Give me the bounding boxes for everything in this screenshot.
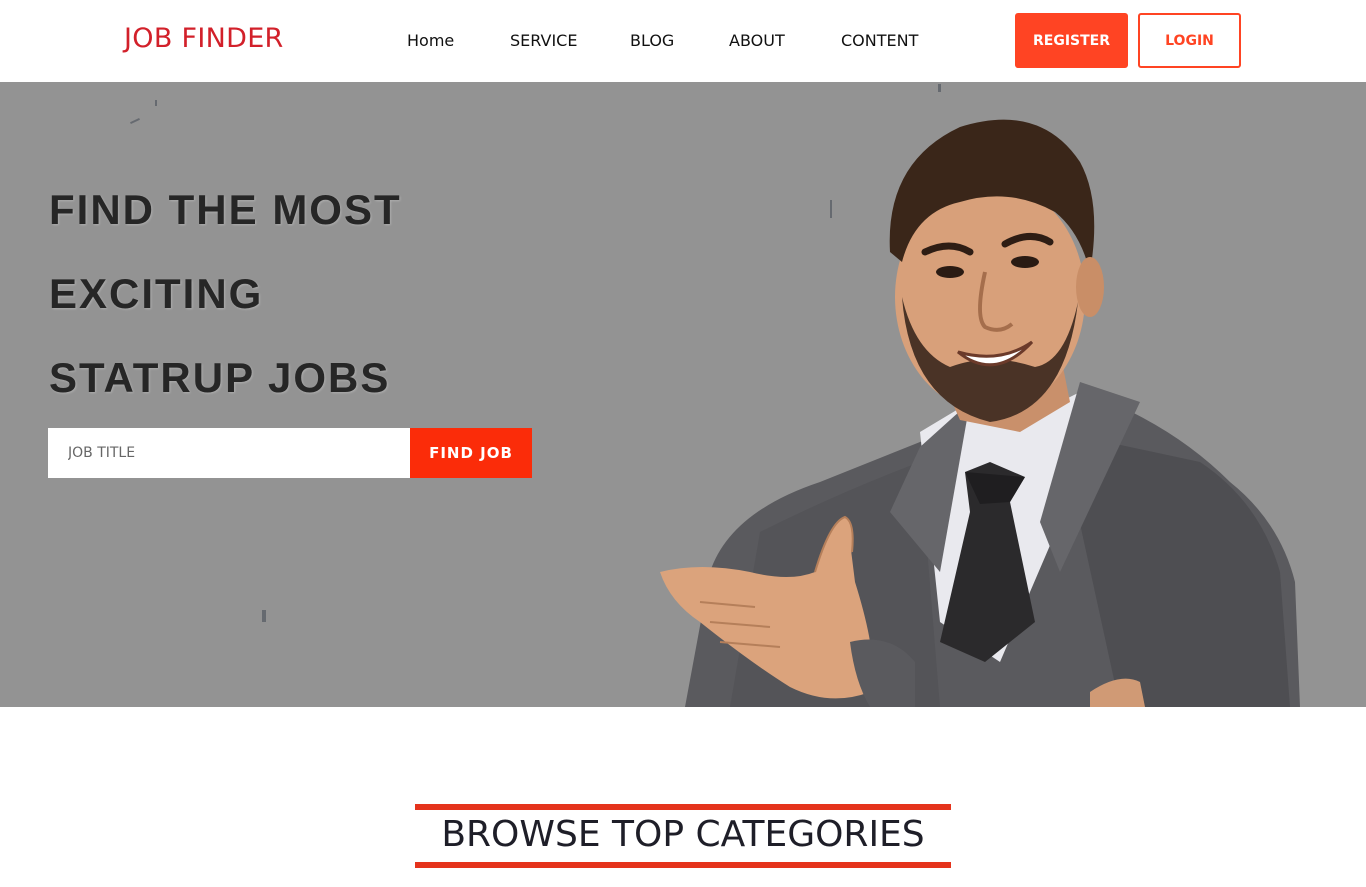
find-job-button[interactable]: FIND JOB xyxy=(410,428,532,478)
register-button[interactable]: REGISTER xyxy=(1015,13,1128,68)
hero-headline-line-2: EXCITING xyxy=(49,270,264,317)
nav-content[interactable]: CONTENT xyxy=(841,31,918,50)
hero-headline-line-3: STATRUP JOBS xyxy=(49,354,391,401)
job-title-input[interactable] xyxy=(48,428,410,478)
nav-service[interactable]: SERVICE xyxy=(510,31,577,50)
nav-blog[interactable]: BLOG xyxy=(630,31,674,50)
businessman-image xyxy=(660,119,1300,707)
login-button[interactable]: LOGIN xyxy=(1138,13,1241,68)
categories-top-rule xyxy=(415,804,951,810)
categories-bottom-rule xyxy=(415,862,951,868)
nav-about[interactable]: ABOUT xyxy=(729,31,785,50)
site-header: JOB FINDER Home SERVICE BLOG ABOUT CONTE… xyxy=(0,0,1366,82)
logo[interactable]: JOB FINDER xyxy=(124,23,284,54)
backdrop-speck xyxy=(938,84,941,92)
categories-title: BROWSE TOP CATEGORIES xyxy=(441,814,925,855)
backdrop-speck xyxy=(262,610,266,622)
hero-banner: FIND THE MOST EXCITING STATRUP JOBS FIND… xyxy=(0,82,1366,707)
hero-headline-line-1: FIND THE MOST xyxy=(49,186,402,233)
backdrop-speck xyxy=(130,117,140,125)
nav-home[interactable]: Home xyxy=(407,31,454,50)
backdrop-speck xyxy=(155,100,157,106)
